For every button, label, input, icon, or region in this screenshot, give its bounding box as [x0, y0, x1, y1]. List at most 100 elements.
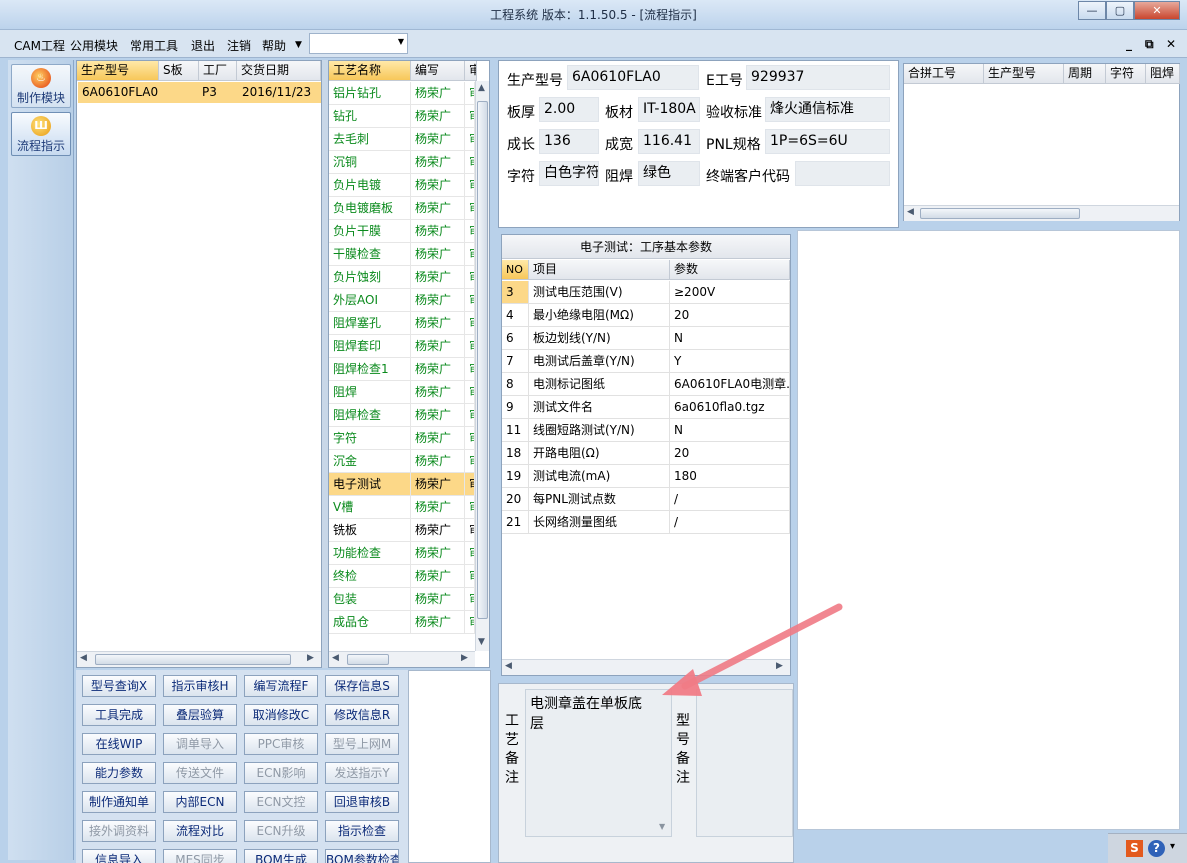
table-row[interactable]: 负电镀磨板杨荣广审: [329, 197, 475, 220]
params-col-item[interactable]: 项目: [529, 260, 670, 280]
table-row[interactable]: 阻焊套印杨荣广审: [329, 335, 475, 358]
orders-col-sboard[interactable]: S板: [159, 61, 199, 81]
table-row[interactable]: 功能检查杨荣广审: [329, 542, 475, 565]
tray-expand-icon[interactable]: ▾: [1170, 841, 1175, 852]
scroll-left-icon[interactable]: ◀: [332, 653, 339, 663]
action-button[interactable]: 指示审核H: [163, 675, 237, 697]
table-row[interactable]: 6A0610FLA0 P3 2016/11/23: [78, 82, 321, 103]
table-row[interactable]: 成品仓杨荣广审: [329, 611, 475, 634]
ime-icon[interactable]: S: [1126, 840, 1143, 857]
action-button[interactable]: 回退审核B: [325, 791, 399, 813]
action-button[interactable]: PPC审核: [244, 733, 318, 755]
scroll-left-icon[interactable]: ◀: [80, 653, 87, 663]
width-field[interactable]: 116.41: [638, 129, 700, 154]
scroll-thumb[interactable]: [920, 208, 1080, 219]
close-window-button[interactable]: ✕: [1134, 1, 1180, 20]
customer-field[interactable]: [795, 161, 890, 186]
table-row[interactable]: 阻焊杨荣广审: [329, 381, 475, 404]
process-col-name[interactable]: 工艺名称: [329, 61, 411, 81]
action-button[interactable]: 传送文件: [163, 762, 237, 784]
table-row[interactable]: 包装杨荣广审: [329, 588, 475, 611]
menu-cam[interactable]: CAM工程: [14, 37, 65, 54]
table-row[interactable]: 铝片钻孔杨荣广审: [329, 82, 475, 105]
length-field[interactable]: 136: [539, 129, 599, 154]
orders-col-delivery[interactable]: 交货日期: [237, 61, 321, 81]
menu-combo[interactable]: ▼: [309, 33, 408, 54]
action-button[interactable]: ECN升级: [244, 820, 318, 842]
scroll-left-icon[interactable]: ◀: [505, 661, 512, 671]
table-row[interactable]: 字符杨荣广审: [329, 427, 475, 450]
table-row[interactable]: 6 板边划线(Y/N) N: [502, 327, 790, 350]
merge-col-cycle[interactable]: 周期: [1064, 64, 1106, 84]
char-field[interactable]: 白色字符: [539, 161, 599, 186]
process-vscrollbar[interactable]: ▲ ▼: [475, 81, 489, 651]
table-row[interactable]: 负片电镀杨荣广审: [329, 174, 475, 197]
table-row[interactable]: V槽杨荣广审: [329, 496, 475, 519]
scroll-right-icon[interactable]: ▶: [307, 653, 314, 663]
orders-col-model[interactable]: 生产型号: [77, 61, 159, 81]
table-row[interactable]: 负片蚀刻杨荣广审: [329, 266, 475, 289]
params-col-value[interactable]: 参数: [670, 260, 790, 280]
table-row[interactable]: 阻焊塞孔杨荣广审: [329, 312, 475, 335]
merge-hscrollbar[interactable]: ◀: [904, 205, 1179, 221]
material-field[interactable]: IT-180A: [638, 97, 700, 122]
scroll-down-icon[interactable]: ▼: [659, 822, 665, 831]
merge-col-mask[interactable]: 阻焊: [1146, 64, 1180, 84]
orders-hscrollbar[interactable]: ◀ ▶: [77, 651, 321, 667]
menu-logout[interactable]: 注销: [227, 37, 251, 54]
scroll-up-icon[interactable]: ▲: [478, 83, 485, 93]
process-hscrollbar[interactable]: ◀ ▶: [329, 651, 475, 667]
menu-exit[interactable]: 退出: [191, 37, 215, 54]
scroll-thumb[interactable]: [477, 101, 488, 619]
table-row[interactable]: 外层AOI杨荣广审: [329, 289, 475, 312]
menu-overflow-icon[interactable]: ▼: [295, 40, 302, 50]
action-button[interactable]: 接外调资料: [82, 820, 156, 842]
process-col-author[interactable]: 编写: [411, 61, 465, 81]
action-button[interactable]: 在线WIP: [82, 733, 156, 755]
action-button[interactable]: 流程对比: [163, 820, 237, 842]
scroll-left-icon[interactable]: ◀: [907, 207, 914, 217]
maximize-button[interactable]: ▢: [1106, 1, 1134, 20]
action-button[interactable]: 调单导入: [163, 733, 237, 755]
table-row[interactable]: 9 测试文件名 6a0610fla0.tgz: [502, 396, 790, 419]
action-button[interactable]: 信息导入: [82, 849, 156, 863]
eno-field[interactable]: 929937: [746, 65, 890, 90]
menu-common-tools[interactable]: 常用工具: [130, 37, 178, 54]
table-row[interactable]: 20 每PNL测试点数 /: [502, 488, 790, 511]
params-col-no[interactable]: NO: [502, 260, 529, 280]
menu-help[interactable]: 帮助: [262, 37, 286, 54]
scroll-down-icon[interactable]: ▼: [478, 637, 485, 647]
merge-col-char[interactable]: 字符: [1106, 64, 1146, 84]
table-row[interactable]: 8 电测标记图纸 6A0610FLA0电测章.: [502, 373, 790, 396]
action-button[interactable]: MES同步: [163, 849, 237, 863]
pnl-field[interactable]: 1P=6S=6U: [765, 129, 890, 154]
table-row[interactable]: 去毛刺杨荣广审: [329, 128, 475, 151]
process-col-review[interactable]: 审: [465, 61, 477, 81]
table-row[interactable]: 4 最小绝缘电阻(MΩ) 20: [502, 304, 790, 327]
menu-common-module[interactable]: 公用模块: [70, 37, 118, 54]
action-button[interactable]: 叠层验算: [163, 704, 237, 726]
table-row[interactable]: 终检杨荣广审: [329, 565, 475, 588]
mdi-close-button[interactable]: ✕: [1166, 37, 1176, 51]
table-row[interactable]: 铣板杨荣广审: [329, 519, 475, 542]
nav-make-module[interactable]: ♨ 制作模块: [11, 64, 71, 108]
table-row[interactable]: 沉铜杨荣广审: [329, 151, 475, 174]
action-button[interactable]: 工具完成: [82, 704, 156, 726]
table-row[interactable]: 19 测试电流(mA) 180: [502, 465, 790, 488]
table-row[interactable]: 21 长网络测量图纸 /: [502, 511, 790, 534]
action-button[interactable]: BOM生成: [244, 849, 318, 863]
mask-field[interactable]: 绿色: [638, 161, 700, 186]
table-row[interactable]: 7 电测试后盖章(Y/N) Y: [502, 350, 790, 373]
action-button[interactable]: 取消修改C: [244, 704, 318, 726]
table-row[interactable]: 11 线圈短路测试(Y/N) N: [502, 419, 790, 442]
table-row[interactable]: 电子测试杨荣广审: [329, 473, 475, 496]
action-button[interactable]: 编写流程F: [244, 675, 318, 697]
action-button[interactable]: 制作通知单: [82, 791, 156, 813]
scroll-thumb[interactable]: [95, 654, 291, 665]
model-field[interactable]: 6A0610FLA0: [567, 65, 699, 90]
merge-col-model[interactable]: 生产型号: [984, 64, 1064, 84]
mdi-restore-button[interactable]: ⧉: [1145, 37, 1154, 52]
thickness-field[interactable]: 2.00: [539, 97, 599, 122]
table-row[interactable]: 阻焊检查杨荣广审: [329, 404, 475, 427]
table-row[interactable]: 阻焊检查1杨荣广审: [329, 358, 475, 381]
